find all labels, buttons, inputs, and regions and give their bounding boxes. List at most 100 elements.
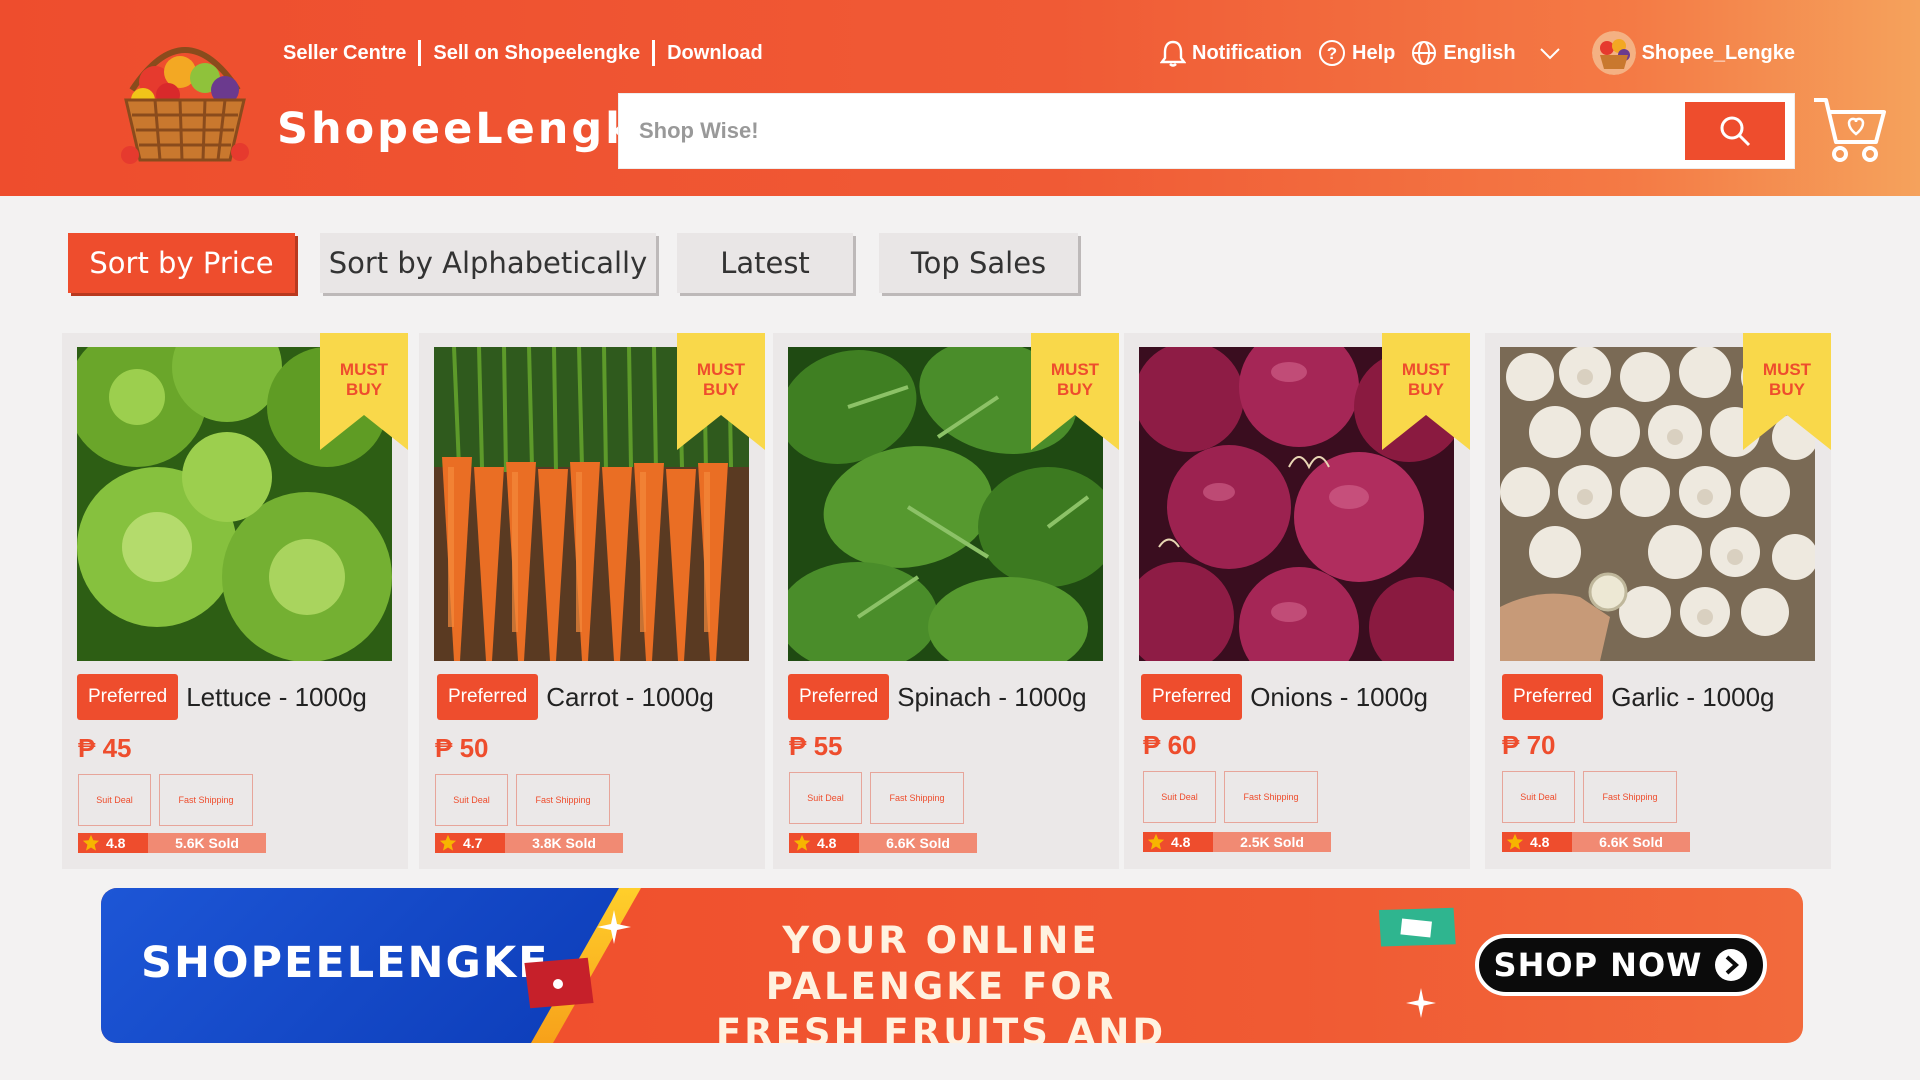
suit-deal-tag: Suit Deal — [1143, 771, 1216, 823]
banner-message-line2: FRESH FRUITS AND VEGGIES! — [715, 1011, 1167, 1043]
rating: 4.8 — [78, 833, 148, 853]
header: Seller Centre Sell on Shopeelengke Downl… — [0, 0, 1920, 196]
divider — [652, 40, 656, 66]
sold-count: 6.6K Sold — [859, 833, 977, 853]
shop-now-button[interactable]: SHOP NOW — [1475, 934, 1767, 996]
suit-deal-tag: Suit Deal — [435, 774, 508, 826]
sold-count: 5.6K Sold — [148, 833, 266, 853]
fast-shipping-tag: Fast Shipping — [516, 774, 610, 826]
language-selector[interactable]: English — [1411, 40, 1567, 66]
notification-link[interactable]: Notification — [1160, 39, 1302, 67]
user-profile[interactable]: Shopee_Lengke — [1584, 31, 1795, 75]
star-icon — [82, 834, 100, 851]
help-link[interactable]: ? Help — [1318, 39, 1395, 67]
svg-text:?: ? — [1327, 44, 1337, 63]
download-link[interactable]: Download — [667, 42, 763, 65]
username: Shopee_Lengke — [1641, 41, 1795, 64]
must-buy-label: MUST BUY — [1050, 360, 1100, 399]
rating: 4.7 — [435, 833, 505, 853]
notification-label: Notification — [1192, 41, 1302, 64]
must-buy-label: MUST BUY — [696, 360, 746, 399]
rating-sold-bar: 4.8 6.6K Sold — [789, 833, 977, 853]
sort-latest-button[interactable]: Latest — [677, 233, 853, 293]
sort-top-sales-button[interactable]: Top Sales — [879, 233, 1078, 293]
search-button[interactable] — [1685, 102, 1785, 160]
sort-by-price-button[interactable]: Sort by Price — [68, 233, 295, 293]
product-card-garlic[interactable]: MUST BUY Preferred Garlic - 1000g ₱ 70 S… — [1485, 333, 1831, 869]
must-buy-label: MUST BUY — [1401, 360, 1451, 399]
fast-shipping-tag: Fast Shipping — [1224, 771, 1318, 823]
preferred-badge: Preferred — [77, 674, 179, 720]
product-card-onions[interactable]: MUST BUY Preferred Onions - 1000g ₱ 60 S… — [1124, 333, 1470, 869]
product-title-row: Preferred Lettuce - 1000g — [77, 674, 367, 720]
banner-message: YOUR ONLINE PALENGKE FOR FRESH FRUITS AN… — [661, 918, 1221, 1043]
must-buy-label: MUST BUY — [339, 360, 389, 399]
sold-count: 3.8K Sold — [505, 833, 623, 853]
product-card-carrot[interactable]: MUST BUY Preferred Carrot - 1000g ₱ 50 S… — [419, 333, 765, 869]
fast-shipping-tag: Fast Shipping — [870, 772, 964, 824]
suit-deal-tag: Suit Deal — [1502, 771, 1575, 823]
preferred-badge: Preferred — [437, 674, 539, 720]
cart-icon[interactable] — [1812, 94, 1888, 166]
product-price: ₱ 50 — [435, 733, 489, 763]
product-price: ₱ 70 — [1502, 730, 1556, 760]
rating: 4.8 — [789, 833, 859, 853]
product-title-row: Preferred Spinach - 1000g — [788, 674, 1087, 720]
arrow-right-circle-icon — [1715, 949, 1748, 981]
shop-now-label: SHOP NOW — [1493, 946, 1703, 984]
product-price: ₱ 60 — [1143, 730, 1197, 760]
preferred-badge: Preferred — [788, 674, 890, 720]
top-links: Seller Centre Sell on Shopeelengke Downl… — [283, 40, 763, 66]
rating: 4.8 — [1143, 832, 1213, 852]
star-icon — [439, 834, 457, 851]
rating-sold-bar: 4.8 2.5K Sold — [1143, 832, 1331, 852]
sold-count: 6.6K Sold — [1572, 832, 1690, 852]
product-title-row: Preferred Carrot - 1000g — [437, 674, 714, 720]
brand-name[interactable]: ShopeeLengke — [277, 104, 668, 154]
star-icon — [1147, 833, 1165, 850]
avatar — [1591, 31, 1636, 75]
globe-icon — [1412, 41, 1437, 65]
product-name[interactable]: Spinach - 1000g — [897, 682, 1086, 713]
product-title-row: Preferred Onions - 1000g — [1141, 674, 1428, 720]
search-bar — [618, 93, 1795, 169]
product-title-row: Preferred Garlic - 1000g — [1502, 674, 1775, 720]
product-name[interactable]: Lettuce - 1000g — [186, 682, 367, 713]
help-icon: ? — [1319, 40, 1345, 66]
product-name[interactable]: Garlic - 1000g — [1611, 682, 1774, 713]
preferred-badge: Preferred — [1502, 674, 1604, 720]
star-icon — [793, 834, 811, 851]
product-name[interactable]: Onions - 1000g — [1250, 682, 1428, 713]
banner-brand: SHOPEELENGKE — [141, 938, 550, 988]
fast-shipping-tag: Fast Shipping — [1583, 771, 1677, 823]
language-label: English — [1443, 41, 1516, 64]
search-input[interactable] — [639, 94, 1639, 168]
sell-on-shopeelengke-link[interactable]: Sell on Shopeelengke — [433, 42, 640, 65]
rating-sold-bar: 4.8 6.6K Sold — [1502, 832, 1690, 852]
product-price: ₱ 55 — [789, 731, 843, 761]
rating-sold-bar: 4.7 3.8K Sold — [435, 833, 623, 853]
must-buy-label: MUST BUY — [1762, 360, 1812, 399]
sparkle-icon — [597, 910, 631, 944]
product-card-spinach[interactable]: MUST BUY Preferred Spinach - 1000g ₱ 55 … — [773, 333, 1119, 869]
product-card-lettuce[interactable]: MUST BUY Preferred Lettuce - 1000g ₱ 45 … — [62, 333, 408, 869]
product-name[interactable]: Carrot - 1000g — [546, 682, 714, 713]
preferred-badge: Preferred — [1141, 674, 1243, 720]
star-icon — [1506, 833, 1524, 850]
sort-alphabetically-button[interactable]: Sort by Alphabetically — [320, 233, 656, 293]
sold-count: 2.5K Sold — [1213, 832, 1331, 852]
rating: 4.8 — [1502, 832, 1572, 852]
rating-sold-bar: 4.8 5.6K Sold — [78, 833, 266, 853]
search-icon — [1720, 116, 1751, 147]
suit-deal-tag: Suit Deal — [789, 772, 862, 824]
help-label: Help — [1352, 41, 1396, 64]
fruit-basket-logo-icon[interactable] — [110, 20, 260, 170]
promo-banner[interactable]: SHOPEELENGKE YOUR ONLINE PALENGKE FOR FR… — [101, 888, 1803, 1043]
chevron-down-icon — [1539, 48, 1560, 60]
bell-icon — [1160, 40, 1186, 67]
seller-centre-link[interactable]: Seller Centre — [283, 42, 406, 65]
divider — [418, 40, 422, 66]
free-shipping-truck-icon — [1378, 907, 1456, 947]
banner-message-line1: YOUR ONLINE PALENGKE FOR — [765, 919, 1117, 1008]
sparkle-icon — [1406, 988, 1436, 1018]
